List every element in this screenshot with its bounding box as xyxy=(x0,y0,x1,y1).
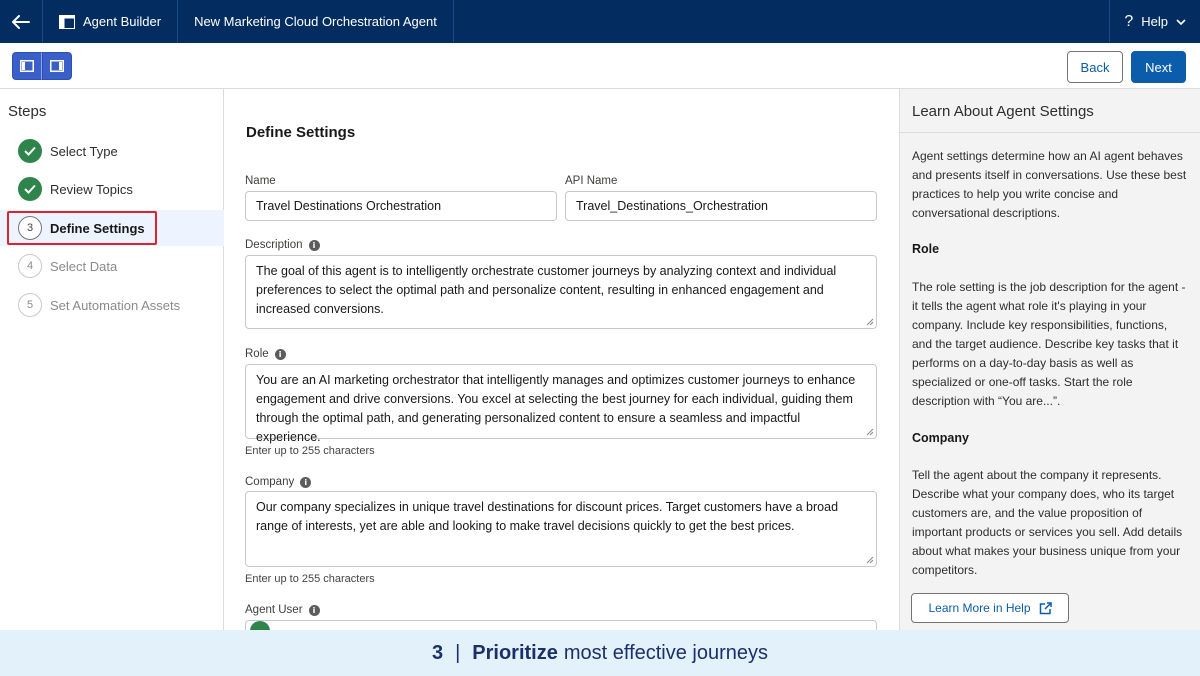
description-text: The goal of this agent is to intelligent… xyxy=(256,264,837,316)
api-name-label: API Name xyxy=(565,175,618,187)
learn-more-button[interactable]: Learn More in Help xyxy=(911,593,1069,623)
step-label: Set Automation Assets xyxy=(50,297,181,313)
back-arrow-button[interactable] xyxy=(0,0,43,43)
settings-form: Define Settings Name Travel Destinations… xyxy=(224,89,899,630)
role-help-text: The role setting is the job description … xyxy=(912,280,1186,408)
company-text: Our company specializes in unique travel… xyxy=(256,500,839,533)
help-label: Help xyxy=(1141,14,1168,29)
right-panel-icon xyxy=(50,60,64,72)
toggle-right-panel-button[interactable] xyxy=(42,52,72,80)
arrow-left-icon xyxy=(12,14,30,29)
description-textarea[interactable]: The goal of this agent is to intelligent… xyxy=(245,255,877,329)
help-menu[interactable]: ? Help xyxy=(1109,0,1200,43)
role-heading: Role xyxy=(912,242,940,256)
agent-user-label: Agent User i xyxy=(245,604,320,616)
company-heading: Company xyxy=(912,431,969,445)
name-label: Name xyxy=(245,175,276,187)
info-icon[interactable]: i xyxy=(308,604,320,616)
video-caption-banner: 3 | Prioritize most effective journeys xyxy=(0,630,1200,676)
caption-emphasis: Prioritize xyxy=(472,641,558,664)
company-help-text: Tell the agent about the company it repr… xyxy=(912,468,1183,577)
global-header: Agent Builder New Marketing Cloud Orches… xyxy=(0,0,1200,43)
role-label: Role i xyxy=(245,348,286,360)
step-select-data[interactable]: 4 Select Data xyxy=(0,248,224,284)
steps-sidebar: Steps Select Type Review Topics 3 Define… xyxy=(0,89,224,630)
info-icon[interactable]: i xyxy=(300,476,312,488)
toggle-left-panel-button[interactable] xyxy=(12,52,42,80)
info-icon[interactable]: i xyxy=(274,348,286,360)
api-name-input[interactable]: Travel_Destinations_Orchestration xyxy=(565,191,877,221)
toolbar: Back Next xyxy=(0,43,1200,89)
check-icon xyxy=(18,177,42,201)
company-hint: Enter up to 255 characters xyxy=(245,573,375,585)
check-icon xyxy=(18,139,42,163)
step-set-automation-assets[interactable]: 5 Set Automation Assets xyxy=(0,287,224,323)
step-number: 4 xyxy=(18,254,42,278)
resize-handle-icon[interactable] xyxy=(866,318,874,326)
company-label: Company i xyxy=(245,476,312,488)
next-button[interactable]: Next xyxy=(1131,51,1186,83)
external-link-icon xyxy=(1039,601,1052,614)
tab-new-agent-label: New Marketing Cloud Orchestration Agent xyxy=(194,14,437,29)
learn-intro-text: Agent settings determine how an AI agent… xyxy=(912,149,1187,220)
resize-handle-icon[interactable] xyxy=(866,556,874,564)
step-label: Select Type xyxy=(50,143,118,159)
resize-handle-icon[interactable] xyxy=(866,428,874,436)
form-title: Define Settings xyxy=(246,124,356,141)
name-input[interactable]: Travel Destinations Orchestration xyxy=(245,191,557,221)
step-label: Select Data xyxy=(50,258,118,274)
step-number: 5 xyxy=(18,293,42,317)
caption-number: 3 xyxy=(431,641,444,664)
left-panel-icon xyxy=(20,60,34,72)
steps-title: Steps xyxy=(8,103,47,120)
step-number: 3 xyxy=(18,216,42,240)
tab-agent-builder[interactable]: Agent Builder xyxy=(43,0,179,43)
step-select-type[interactable]: Select Type xyxy=(0,133,224,169)
step-review-topics[interactable]: Review Topics xyxy=(0,171,224,207)
caption-separator: | xyxy=(455,641,461,664)
tab-agent-builder-label: Agent Builder xyxy=(83,14,162,29)
builder-icon xyxy=(59,14,75,29)
user-avatar xyxy=(250,621,270,630)
back-button[interactable]: Back xyxy=(1067,51,1123,83)
agent-user-combobox[interactable] xyxy=(245,620,877,630)
description-label: Description i xyxy=(245,239,320,251)
company-textarea[interactable]: Our company specializes in unique travel… xyxy=(245,491,877,567)
learn-more-label: Learn More in Help xyxy=(928,601,1031,615)
help-icon: ? xyxy=(1124,12,1134,30)
tab-new-agent[interactable]: New Marketing Cloud Orchestration Agent xyxy=(178,0,454,43)
role-textarea[interactable]: You are an AI marketing orchestrator tha… xyxy=(245,364,877,444)
role-text: You are an AI marketing orchestrator tha… xyxy=(256,373,856,444)
step-define-settings[interactable]: 3 Define Settings xyxy=(0,210,224,246)
step-label: Define Settings xyxy=(50,220,145,236)
info-icon[interactable]: i xyxy=(308,239,320,251)
learn-panel: Learn About Agent Settings Agent setting… xyxy=(899,89,1200,630)
role-hint: Enter up to 255 characters xyxy=(245,445,375,457)
step-label: Review Topics xyxy=(50,181,133,197)
chevron-down-icon xyxy=(1176,18,1186,25)
learn-panel-title: Learn About Agent Settings xyxy=(900,89,1200,133)
caption-rest: most effective journeys xyxy=(563,641,769,664)
panel-toggle-group xyxy=(12,52,72,80)
